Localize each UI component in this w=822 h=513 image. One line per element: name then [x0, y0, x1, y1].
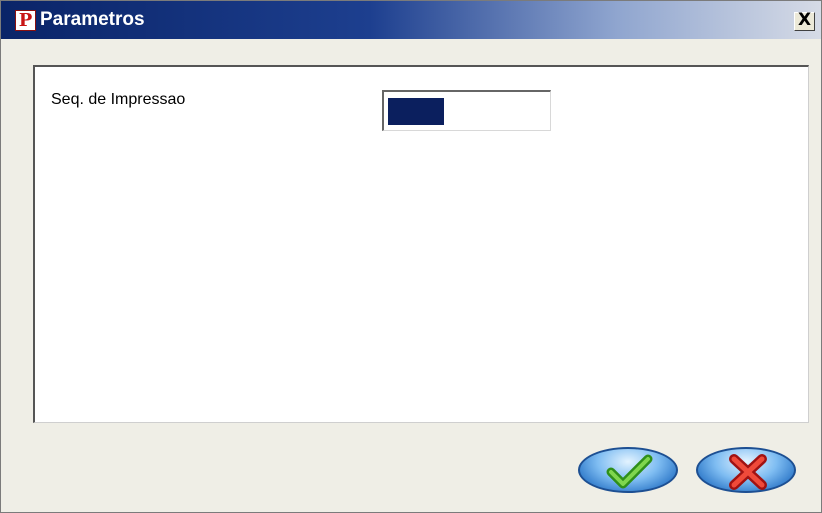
seq-impressao-input[interactable] [382, 90, 551, 131]
ok-button[interactable] [578, 447, 678, 493]
close-icon: X [797, 10, 812, 30]
checkmark-icon [606, 454, 653, 489]
window-title: Parametros [40, 9, 145, 30]
app-logo-icon: P [15, 10, 36, 31]
cancel-button[interactable] [696, 447, 796, 493]
seq-impressao-label: Seq. de Impressao [51, 91, 186, 108]
x-cross-icon [729, 454, 767, 490]
close-button[interactable]: X [794, 10, 815, 31]
app-logo-letter: P [18, 10, 33, 31]
title-bar[interactable]: P Parametros X [1, 1, 821, 39]
text-selection [388, 98, 444, 125]
parametros-dialog: P Parametros X Seq. de Impressao [0, 0, 822, 513]
